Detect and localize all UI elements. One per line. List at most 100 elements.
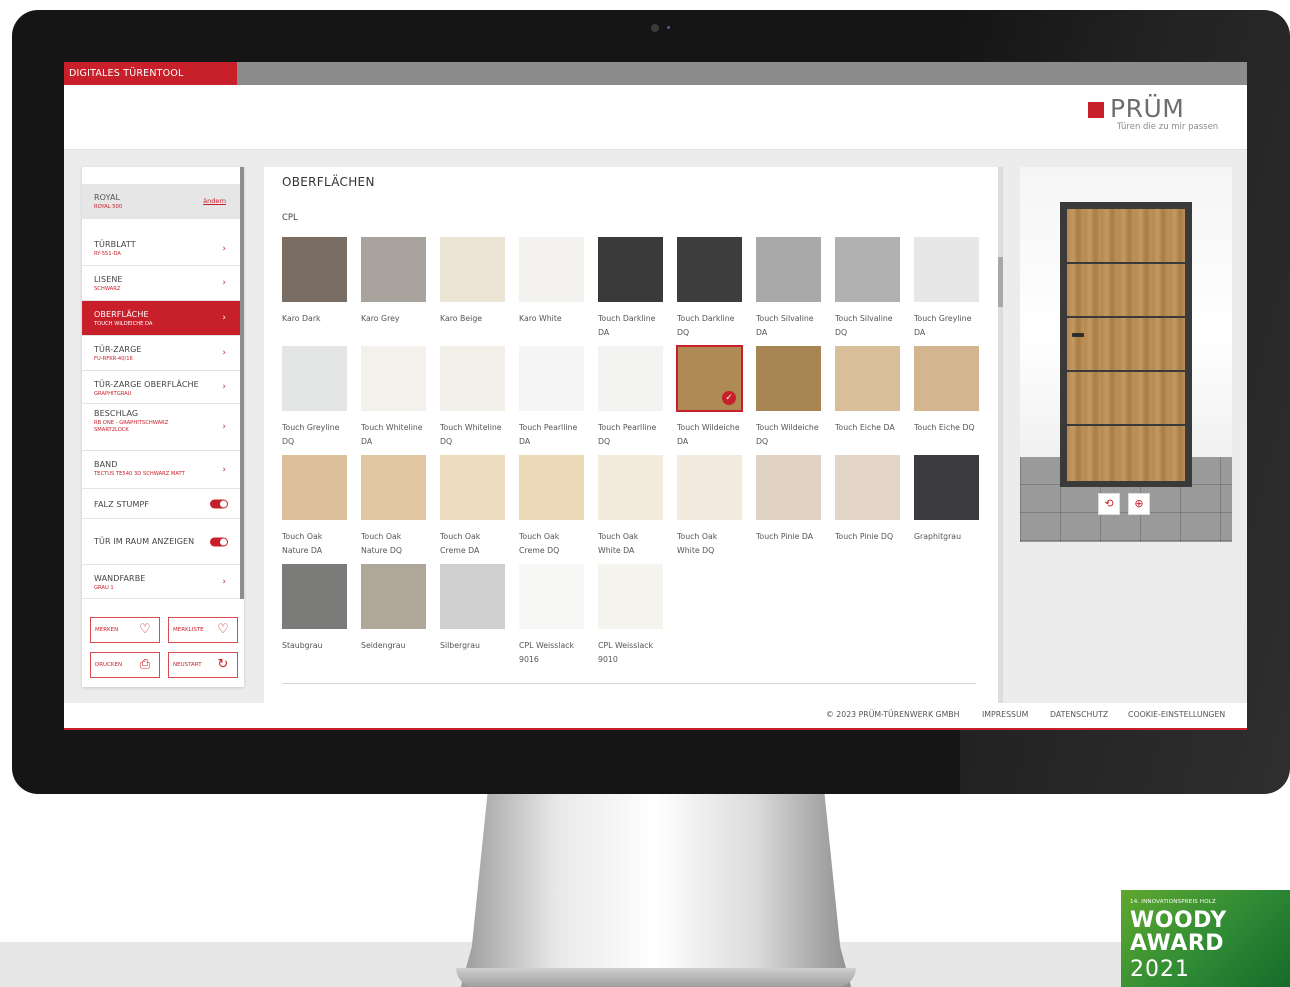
swatch-item[interactable]: CPL Weisslack 9010 — [598, 564, 663, 666]
tuer-im-raum-toggle[interactable] — [210, 537, 228, 546]
change-model-link[interactable]: ändern — [203, 197, 226, 205]
falz-stumpf-toggle[interactable] — [210, 499, 228, 508]
main-scrollbar[interactable] — [998, 167, 1003, 707]
marketing-stage: DIGITALES TÜRENTOOL PRÜM Türen die zu mi… — [0, 0, 1290, 987]
swatch-item[interactable]: Touch Whiteline DA — [361, 346, 426, 448]
sidebar-item-zarge-oberflaeche[interactable]: TÜR-ZARGE OBERFLÄCHE GRAPHITGRAU › — [82, 371, 240, 404]
swatch-item[interactable]: Touch Darkline DQ — [677, 237, 742, 339]
pruem-logo[interactable]: PRÜM Türen die zu mir passen — [1088, 94, 1223, 137]
impressum-link[interactable]: IMPRESSUM — [982, 710, 1028, 719]
sidebar-item-oberflaeche[interactable]: OBERFLÄCHE TOUCH WILDEICHE DA › — [82, 301, 240, 336]
sidebar-item-value: RB ONE - GRAPHITSCHWARZ SMART2LOCK — [94, 420, 169, 433]
swatch-item[interactable]: Touch Eiche DA — [835, 346, 900, 435]
divider — [282, 683, 976, 684]
swatch-item[interactable]: Touch Greyline DA — [914, 237, 979, 339]
swatch-label: Touch Silvaline DA — [756, 314, 814, 337]
swatch-color — [756, 237, 821, 302]
swatch-color — [361, 564, 426, 629]
swatch-item[interactable]: Touch Wildeiche DQ — [756, 346, 821, 448]
zoom-in-button[interactable]: ⊕ — [1128, 493, 1150, 515]
swatch-item[interactable]: Touch Darkline DA — [598, 237, 663, 339]
swatch-label: Karo Dark — [282, 314, 321, 323]
swatch-item[interactable]: Touch Pearlline DA — [519, 346, 584, 448]
swatch-item[interactable]: Touch Oak Creme DQ — [519, 455, 584, 557]
door-handle — [1072, 333, 1084, 337]
datenschutz-link[interactable]: DATENSCHUTZ — [1050, 710, 1108, 719]
swatch-item[interactable]: Touch Pearlline DQ — [598, 346, 663, 448]
app-screen: DIGITALES TÜRENTOOL PRÜM Türen die zu mi… — [64, 62, 1247, 730]
chevron-right-icon: › — [222, 278, 226, 288]
swatch-color — [440, 346, 505, 411]
merken-button[interactable]: MERKEN ♡ — [90, 617, 160, 643]
swatch-item[interactable]: Touch Oak Nature DA — [282, 455, 347, 557]
door-groove — [1067, 262, 1185, 264]
tool-tab[interactable]: DIGITALES TÜRENTOOL — [64, 62, 237, 85]
sidebar-item-label: OBERFLÄCHE — [94, 310, 149, 319]
swatch-item[interactable]: ✓ Touch Wildeiche DA — [676, 345, 743, 448]
swatch-color — [598, 346, 663, 411]
sidebar-scrollbar[interactable] — [240, 167, 244, 599]
swatch-item[interactable]: Graphitgrau — [914, 455, 979, 544]
swatch-item[interactable]: Touch Silvaline DQ — [835, 237, 900, 339]
sidebar-item-tuerblatt[interactable]: TÜRBLATT RY-551-DA › — [82, 232, 240, 266]
drucken-button[interactable]: DRUCKEN ⎙ — [90, 652, 160, 678]
heart-list-icon: ♡ — [217, 622, 229, 637]
merkliste-button[interactable]: MERKLISTE ♡ — [168, 617, 238, 643]
footer: © 2023 PRÜM-TÜRENWERK GMBH IMPRESSUM DAT… — [64, 703, 1247, 730]
sidebar-item-beschlag[interactable]: BESCHLAG RB ONE - GRAPHITSCHWARZ SMART2L… — [82, 404, 240, 451]
sidebar-item-label: BESCHLAG — [94, 409, 139, 418]
swatch-color — [282, 564, 347, 629]
swatch-color — [519, 455, 584, 520]
swatch-color — [598, 237, 663, 302]
swatch-item[interactable]: Staubgrau — [282, 564, 347, 653]
swatch-item[interactable]: Karo Grey — [361, 237, 426, 326]
swatch-item[interactable]: Karo White — [519, 237, 584, 326]
swatch-label: Touch Pearlline DQ — [598, 423, 657, 446]
swatch-item[interactable]: Touch Eiche DQ — [914, 346, 979, 435]
swatch-item[interactable]: CPL Weisslack 9016 — [519, 564, 584, 666]
chevron-right-icon: › — [222, 313, 226, 323]
swatch-label: Touch Eiche DQ — [914, 423, 975, 432]
swatch-color — [282, 237, 347, 302]
sidebar-item-lisene[interactable]: LISENE SCHWARZ › — [82, 266, 240, 301]
swatch-item[interactable]: Touch Oak White DA — [598, 455, 663, 557]
sidebar-item-tuer-zarge[interactable]: TÜR-ZARGE FU-RFKR-40/16 › — [82, 336, 240, 371]
swatch-color — [440, 237, 505, 302]
swatch-color — [361, 237, 426, 302]
swatch-item[interactable]: Karo Dark — [282, 237, 347, 326]
chevron-right-icon: › — [222, 348, 226, 358]
sidebar-item-wandfarbe[interactable]: WANDFARBE GRAU 1 › — [82, 565, 240, 599]
sidebar-item-band[interactable]: BAND TECTUS TE540 3D SCHWARZ MATT › — [82, 451, 240, 489]
swatch-label: Touch Wildeiche DQ — [756, 423, 819, 446]
swatch-item[interactable]: Karo Beige — [440, 237, 505, 326]
swatch-label: Karo Grey — [361, 314, 400, 323]
swatch-item[interactable]: Touch Oak Nature DQ — [361, 455, 426, 557]
swatch-item[interactable]: Touch Pinie DQ — [835, 455, 900, 544]
merken-label: MERKEN — [95, 627, 119, 633]
cookie-settings-link[interactable]: COOKIE-EINSTELLUNGEN — [1128, 710, 1225, 719]
swatch-item[interactable]: Touch Greyline DQ — [282, 346, 347, 448]
swatch-label: Touch Oak Creme DA — [440, 532, 481, 555]
swatch-label: Karo White — [519, 314, 562, 323]
swatch-label: Touch Oak White DQ — [677, 532, 718, 555]
swatch-item[interactable]: Touch Oak Creme DA — [440, 455, 505, 557]
main-scrollbar-thumb[interactable] — [998, 257, 1003, 307]
neustart-button[interactable]: NEUSTART ↻ — [168, 652, 238, 678]
swatch-label: CPL Weisslack 9010 — [598, 641, 654, 664]
swatch-item[interactable]: Touch Whiteline DQ — [440, 346, 505, 448]
swatch-item[interactable]: Silbergrau — [440, 564, 505, 653]
swatch-item[interactable]: Seidengrau — [361, 564, 426, 653]
swatch-label: Touch Pearlline DA — [519, 423, 578, 446]
rotate-3d-button[interactable]: ⟲ — [1098, 493, 1120, 515]
swatch-item[interactable]: Touch Pinie DA — [756, 455, 821, 544]
swatch-label: Karo Beige — [440, 314, 483, 323]
swatch-label: Silbergrau — [440, 641, 480, 650]
swatch-label: Touch Darkline DQ — [677, 314, 735, 337]
sidebar-item-value: SCHWARZ — [94, 286, 121, 292]
swatch-item[interactable]: Touch Silvaline DA — [756, 237, 821, 339]
door-groove — [1067, 370, 1185, 372]
badge-subtitle: 14. INNOVATIONSPREIS HOLZ — [1130, 899, 1217, 905]
door-groove — [1067, 424, 1185, 426]
sidebar-item-value: FU-RFKR-40/16 — [94, 356, 133, 362]
swatch-item[interactable]: Touch Oak White DQ — [677, 455, 742, 557]
